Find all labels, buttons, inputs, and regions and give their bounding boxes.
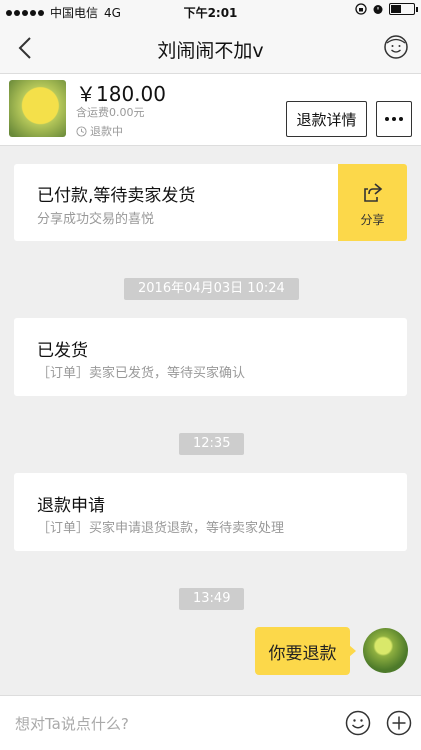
refund-detail-button[interactable]: 退款详情 — [286, 101, 367, 137]
chevron-left-icon[interactable] — [12, 34, 40, 62]
payment-card-subtitle: 分享成功交易的喜悦 — [37, 212, 155, 227]
refund-request-card[interactable]: 退款申请 ［订单］买家申请退货退款，等待卖家处理 — [14, 473, 407, 551]
timestamp: 2016年04月03日 10:24 — [124, 278, 299, 300]
payment-card-title: 已付款,等待卖家发货 — [37, 186, 196, 206]
message-input[interactable] — [15, 712, 325, 736]
order-price: ￥180.00 — [76, 82, 166, 106]
nav-bar: 刘闹闹不加v — [0, 22, 421, 74]
page-title: 刘闹闹不加v — [157, 40, 264, 62]
refund-card-title: 退款申请 — [37, 496, 105, 516]
order-summary: ￥180.00 含运费0.00元 退款中 退款详情 — [0, 74, 421, 146]
plus-icon[interactable] — [386, 710, 412, 736]
emoji-icon[interactable] — [345, 710, 371, 736]
payment-card[interactable]: 已付款,等待卖家发货 分享成功交易的喜悦 分享 — [14, 164, 407, 241]
avatar[interactable] — [363, 628, 408, 673]
more-dots-icon[interactable] — [376, 101, 412, 137]
status-bar: 中国电信 4G 下午2:01 — [0, 0, 421, 22]
status-bar-right — [355, 3, 418, 15]
timestamp: 12:35 — [179, 433, 245, 455]
share-label: 分享 — [360, 213, 385, 227]
clock-icon — [76, 125, 87, 137]
shipped-card[interactable]: 已发货 ［订单］卖家已发货，等待买家确认 — [14, 318, 407, 396]
rotation-lock-icon — [355, 3, 367, 15]
product-thumbnail[interactable] — [9, 80, 66, 137]
refund-status: 退款中 — [76, 123, 123, 139]
battery-icon — [389, 3, 418, 15]
input-bar — [0, 695, 421, 750]
share-icon — [364, 183, 383, 202]
shipped-card-subtitle: ［订单］卖家已发货，等待买家确认 — [37, 366, 246, 381]
share-button[interactable]: 分享 — [338, 164, 407, 241]
alarm-icon — [373, 5, 383, 14]
shipped-card-title: 已发货 — [37, 341, 88, 361]
refund-status-label: 退款中 — [90, 125, 123, 138]
user-face-icon[interactable] — [383, 34, 409, 60]
timestamp: 13:49 — [179, 588, 245, 610]
my-message-bubble[interactable]: 你要退款 — [255, 627, 356, 675]
shipping-fee: 含运费0.00元 — [76, 106, 145, 119]
refund-card-subtitle: ［订单］买家申请退货退款，等待卖家处理 — [37, 521, 285, 536]
